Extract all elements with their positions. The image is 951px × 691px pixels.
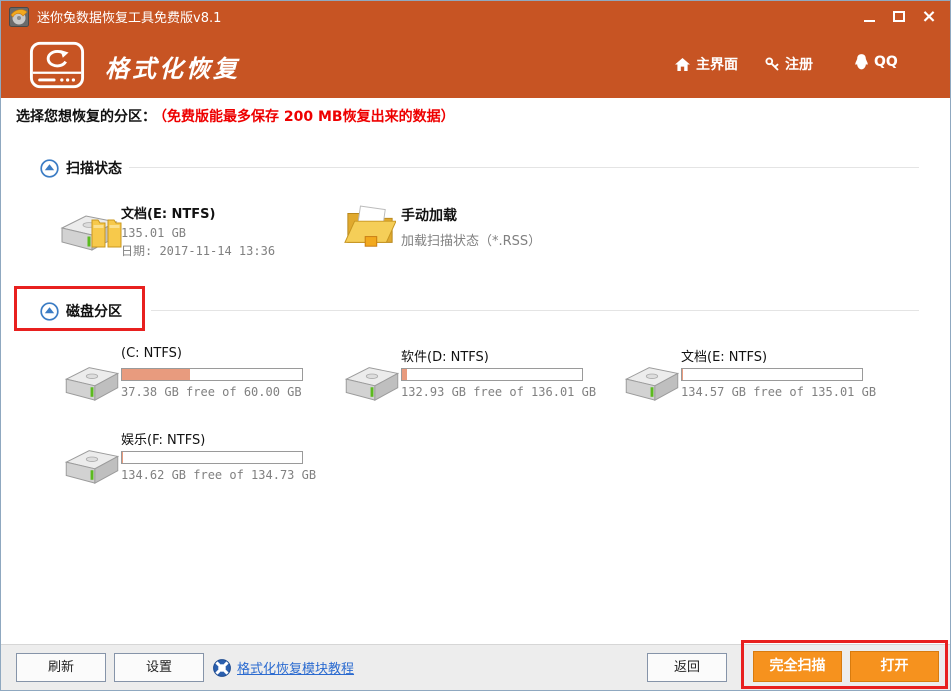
settings-button[interactable]: 设置 [114, 653, 204, 682]
lifebuoy-icon [213, 659, 231, 677]
format-recovery-icon [29, 40, 85, 90]
drive-icon [343, 361, 401, 403]
manual-load-title: 手动加载 [401, 205, 457, 225]
maximize-icon [893, 11, 905, 22]
title-bar: 迷你兔数据恢复工具免费版v8.1 × [1, 1, 950, 32]
partition-name: 软件(D: NTFS) [401, 346, 489, 365]
back-button[interactable]: 返回 [647, 653, 727, 682]
home-icon [675, 58, 690, 71]
section-disk-partitions-label: 磁盘分区 [66, 301, 122, 321]
scan-result-name: 文档(E: NTFS) [121, 203, 215, 222]
drive-icon [623, 361, 681, 403]
app-window: 迷你兔数据恢复工具免费版v8.1 × 格式化恢复 主界面 注册 [0, 0, 951, 691]
scan-result-item[interactable]: 文档(E: NTFS) 135.01 GB 日期: 2017-11-14 13:… [59, 201, 329, 259]
drive-icon [63, 361, 121, 403]
page-title: 格式化恢复 [105, 49, 240, 84]
partition-d[interactable]: 软件(D: NTFS) 132.93 GB free of 136.01 GB [343, 346, 628, 404]
close-icon: × [921, 8, 936, 26]
nav-register[interactable]: 注册 [765, 54, 813, 74]
nav-register-label: 注册 [785, 54, 813, 74]
drive-icon [63, 444, 121, 486]
usage-bar-fill [402, 369, 407, 380]
partition-free-space: 37.38 GB free of 60.00 GB [121, 385, 302, 399]
open-folder-icon [344, 203, 396, 249]
minimize-button[interactable] [854, 5, 884, 29]
partition-name: 娱乐(F: NTFS) [121, 429, 205, 448]
footer-bar: 刷新 设置 格式化恢复模块教程 返回 完全扫描 打开 [1, 644, 950, 690]
tutorial-link[interactable]: 格式化恢复模块教程 [213, 658, 354, 677]
usage-bar [401, 368, 583, 381]
divider [129, 167, 919, 168]
open-button[interactable]: 打开 [850, 651, 939, 682]
app-logo-icon [9, 7, 29, 27]
section-scan-status[interactable]: 扫描状态 [40, 158, 122, 178]
free-limit-note: （免费版能最多保存 200 MB恢复出来的数据） [160, 109, 455, 125]
nav-home[interactable]: 主界面 [675, 54, 738, 74]
drive-with-folders-icon [59, 209, 123, 257]
divider [151, 310, 919, 311]
partition-free-space: 132.93 GB free of 136.01 GB [401, 385, 596, 399]
minimize-icon [864, 20, 875, 22]
manual-load-subtitle: 加载扫描状态（*.RSS） [401, 230, 541, 249]
partition-name: 文档(E: NTFS) [681, 346, 767, 365]
scan-result-size: 135.01 GB [121, 226, 186, 240]
nav-qq-label: QQ [874, 54, 898, 70]
section-scan-status-label: 扫描状态 [66, 158, 122, 178]
tutorial-link-label[interactable]: 格式化恢复模块教程 [237, 658, 354, 677]
scan-result-date: 日期: 2017-11-14 13:36 [121, 242, 275, 259]
usage-bar [121, 368, 303, 381]
partition-f[interactable]: 娱乐(F: NTFS) 134.62 GB free of 134.73 GB [63, 429, 348, 487]
partition-free-space: 134.57 GB free of 135.01 GB [681, 385, 876, 399]
nav-home-label: 主界面 [696, 54, 738, 74]
nav-qq[interactable]: QQ [855, 54, 898, 70]
usage-bar-fill [122, 369, 190, 380]
qq-penguin-icon [855, 54, 868, 70]
partition-name: (C: NTFS) [121, 346, 182, 361]
window-controls: × [854, 1, 944, 32]
usage-bar-fill [682, 369, 683, 380]
partition-e[interactable]: 文档(E: NTFS) 134.57 GB free of 135.01 GB [623, 346, 908, 404]
partition-c[interactable]: (C: NTFS) 37.38 GB free of 60.00 GB [63, 346, 348, 404]
usage-bar [681, 368, 863, 381]
partition-prompt: 选择您想恢复的分区：（免费版能最多保存 200 MB恢复出来的数据） [16, 106, 455, 126]
maximize-button[interactable] [884, 5, 914, 29]
close-button[interactable]: × [914, 5, 944, 29]
section-disk-partitions[interactable]: 磁盘分区 [40, 301, 122, 321]
manual-load-item[interactable]: 手动加载 加载扫描状态（*.RSS） [344, 199, 614, 257]
full-scan-button[interactable]: 完全扫描 [753, 651, 842, 682]
window-title: 迷你兔数据恢复工具免费版v8.1 [37, 7, 221, 26]
module-header: 格式化恢复 主界面 注册 QQ [1, 32, 950, 98]
usage-bar [121, 451, 303, 464]
collapse-up-icon[interactable] [40, 159, 59, 178]
key-icon [765, 57, 779, 71]
prompt-label: 选择您想恢复的分区： [16, 109, 156, 125]
partition-free-space: 134.62 GB free of 134.73 GB [121, 468, 316, 482]
collapse-up-icon[interactable] [40, 302, 59, 321]
refresh-button[interactable]: 刷新 [16, 653, 106, 682]
